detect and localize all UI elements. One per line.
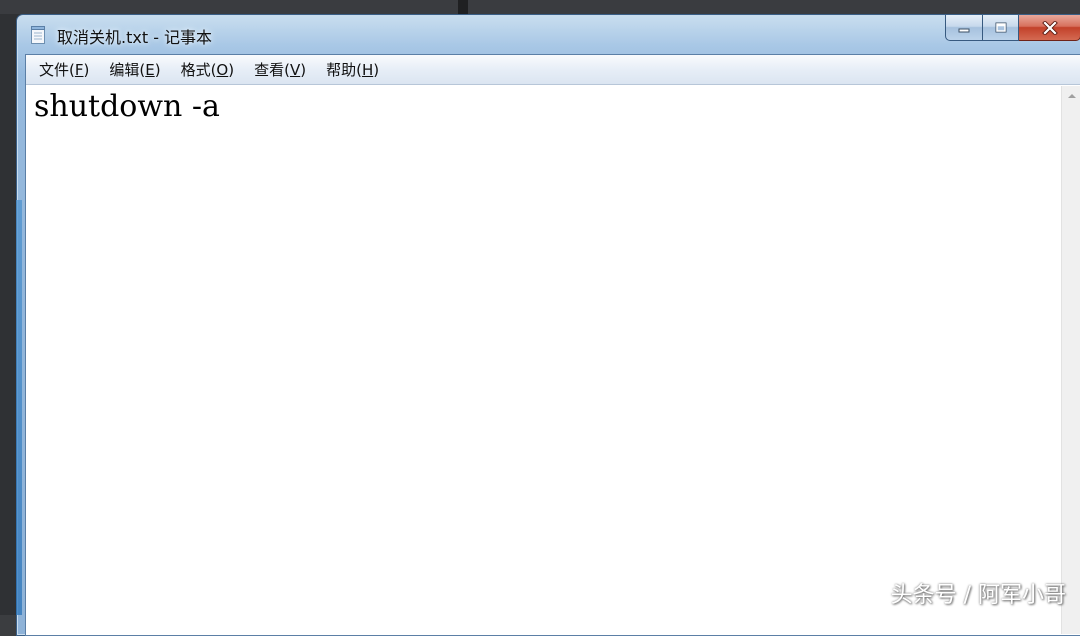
maximize-button[interactable]: [983, 15, 1019, 41]
menu-file[interactable]: 文件(F): [30, 56, 98, 83]
background-window-titlebar: [0, 0, 1080, 14]
menu-format[interactable]: 格式(O): [172, 56, 244, 83]
notepad-icon[interactable]: [31, 26, 45, 44]
menu-view[interactable]: 查看(V): [245, 56, 315, 83]
maximize-icon: [994, 22, 1008, 34]
window-left-border: [16, 200, 22, 615]
minimize-icon: [957, 23, 971, 33]
title-bar[interactable]: 取消关机.txt - 记事本: [17, 15, 1080, 53]
vertical-scrollbar[interactable]: [1061, 86, 1080, 634]
close-icon: [1042, 21, 1058, 35]
scroll-up-arrow-icon: [1067, 92, 1077, 100]
text-editor[interactable]: shutdown -a: [26, 86, 1062, 634]
notepad-window: 取消关机.txt - 记事本: [16, 14, 1080, 636]
menu-bar: 文件(F) 编辑(E) 格式(O) 查看(V) 帮助(H): [26, 55, 1080, 85]
close-button[interactable]: [1019, 15, 1080, 41]
menu-edit[interactable]: 编辑(E): [100, 56, 169, 83]
background-window-divider: [458, 0, 468, 14]
caption-buttons: [945, 15, 1080, 43]
minimize-button[interactable]: [945, 15, 983, 41]
window-title: 取消关机.txt - 记事本: [57, 24, 212, 48]
scroll-up-button[interactable]: [1062, 86, 1080, 106]
client-area: 文件(F) 编辑(E) 格式(O) 查看(V) 帮助(H) shutdown -…: [25, 54, 1080, 636]
watermark-text: 头条号 / 阿军小哥: [891, 577, 1066, 609]
menu-help[interactable]: 帮助(H): [317, 56, 388, 83]
